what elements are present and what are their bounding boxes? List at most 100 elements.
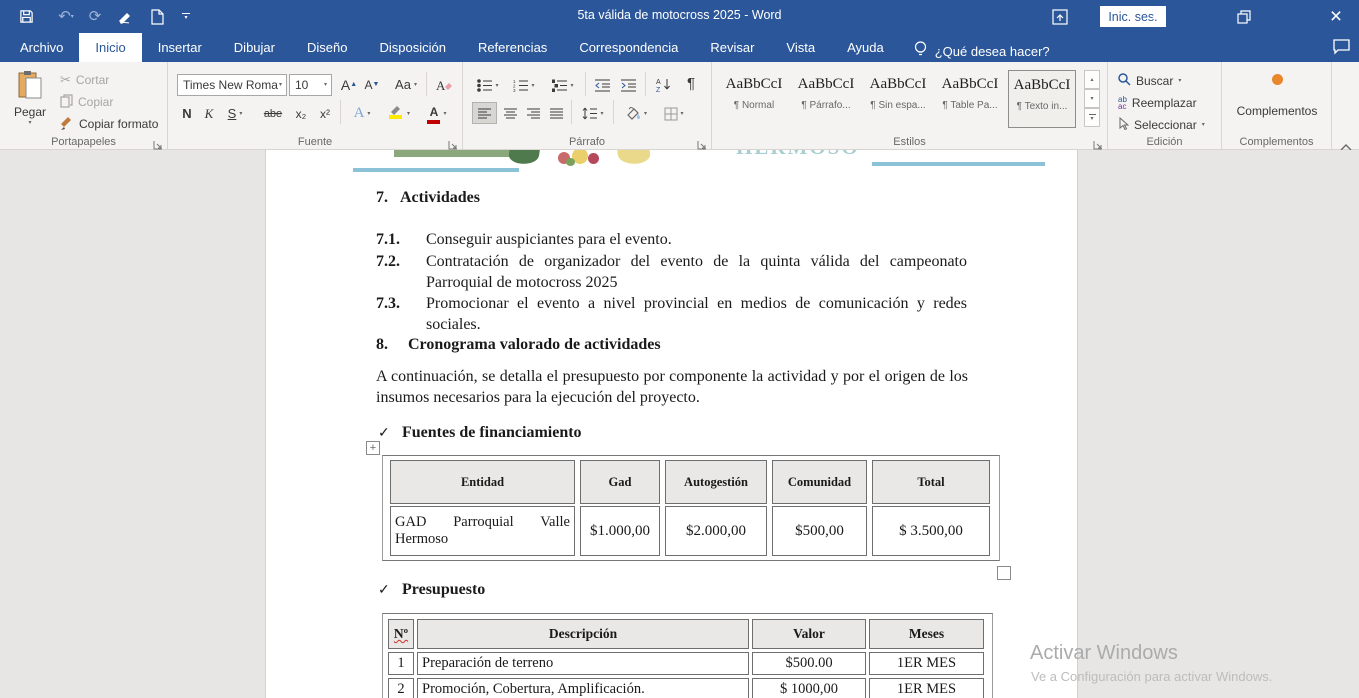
justify-button[interactable] <box>546 102 568 124</box>
budget-cell-r2-desc: Promoción, Cobertura, Amplificación. <box>417 678 749 698</box>
style-sin-espaciado[interactable]: AaBbCcI ¶ Sin espa... <box>864 70 932 128</box>
highlighter-icon <box>388 103 404 124</box>
funding-header-entidad: Entidad <box>390 460 575 504</box>
replace-button[interactable]: abac Reemplazar <box>1118 93 1197 113</box>
item-7-1-text: Conseguir auspiciantes para el evento. <box>426 229 967 250</box>
budget-table[interactable]: Nº Descripción Valor Meses 1 Preparación… <box>382 613 993 698</box>
tab-inicio[interactable]: Inicio <box>79 33 141 62</box>
underline-button[interactable]: S▾ <box>221 102 249 125</box>
group-fuente: Times New Roma ▾ 10 ▾ A▲ A▼ Aa▾ A N K S▾… <box>168 62 463 150</box>
style-texto-independiente[interactable]: AaBbCcI ¶ Texto in... <box>1008 70 1076 128</box>
minimize-button[interactable]: — <box>1129 0 1175 33</box>
lightbulb-icon <box>914 41 927 62</box>
select-label: Seleccionar <box>1134 118 1197 132</box>
close-button[interactable]: × <box>1313 0 1359 33</box>
item-7-2-text: Contratación de organizador del evento d… <box>426 251 967 293</box>
budget-cell-r1-valor: $500.00 <box>752 652 866 675</box>
addins-button[interactable]: Complementos <box>1222 72 1332 118</box>
paste-button[interactable]: Pegar ▾ <box>8 68 52 132</box>
decrease-indent-icon[interactable] <box>591 74 615 97</box>
tell-me-label: ¿Qué desea hacer? <box>935 44 1050 59</box>
budget-heading: Presupuesto <box>402 579 485 600</box>
tab-vista[interactable]: Vista <box>770 33 831 62</box>
clear-formatting-icon[interactable]: A <box>432 73 456 96</box>
find-button[interactable]: Buscar ▾ <box>1118 71 1181 91</box>
format-painter-button[interactable]: Copiar formato <box>60 114 158 134</box>
tab-referencias[interactable]: Referencias <box>462 33 563 62</box>
text-effects-button[interactable]: A ▾ <box>346 102 378 125</box>
estilos-dialog-launcher-icon[interactable] <box>1093 137 1103 147</box>
style-table-paragraph[interactable]: AaBbCcI ¶ Table Pa... <box>936 70 1004 128</box>
fuente-dialog-launcher-icon[interactable] <box>448 137 458 147</box>
heading-8-number: 8. <box>376 334 388 355</box>
bold-button[interactable]: N <box>177 102 197 125</box>
tab-disposicion[interactable]: Disposición <box>363 33 461 62</box>
tab-revisar[interactable]: Revisar <box>694 33 770 62</box>
style-parrafo[interactable]: AaBbCcI ¶ Párrafo... <box>792 70 860 128</box>
align-right-button[interactable] <box>523 102 545 124</box>
borders-button[interactable]: ▾ <box>657 102 691 125</box>
svg-text:A: A <box>436 78 446 93</box>
sort-icon[interactable]: AZ <box>651 73 675 96</box>
bullets-button[interactable]: ▾ <box>473 74 503 97</box>
table-row: Entidad Gad Autogestión Comunidad Total <box>390 460 990 504</box>
heading-7-number: 7. <box>376 187 388 208</box>
numbering-button[interactable]: 123 ▾ <box>507 74 541 97</box>
table-move-handle-icon[interactable]: + <box>366 441 380 455</box>
header-blue-line-right <box>872 162 1045 166</box>
line-spacing-button[interactable]: ▾ <box>577 102 609 125</box>
font-name-combobox[interactable]: Times New Roma ▾ <box>177 74 287 96</box>
ribbon-tab-row: Archivo Inicio Insertar Dibujar Diseño D… <box>0 33 1359 62</box>
document-area[interactable]: HERMOSO 7. Actividades 7.1. Conseguir au… <box>0 150 1359 698</box>
tab-insertar[interactable]: Insertar <box>142 33 218 62</box>
activate-windows-watermark: Activar Windows <box>1030 642 1178 665</box>
styles-scroll-up-icon[interactable]: ▴ <box>1084 70 1100 89</box>
item-7-3-text: Promocionar el evento a nivel provincial… <box>426 293 967 335</box>
font-color-button[interactable]: A ▾ <box>420 102 454 125</box>
cursor-icon <box>1118 117 1129 133</box>
tab-dibujar[interactable]: Dibujar <box>218 33 291 62</box>
align-left-button[interactable] <box>472 102 497 124</box>
restore-button[interactable] <box>1221 0 1267 33</box>
funding-table[interactable]: Entidad Gad Autogestión Comunidad Total … <box>382 455 1000 561</box>
funding-cell-autogestion: $2.000,00 <box>665 506 767 556</box>
italic-button[interactable]: K <box>199 102 219 125</box>
document-page[interactable]: HERMOSO 7. Actividades 7.1. Conseguir au… <box>265 150 1078 698</box>
multilevel-list-button[interactable]: ▾ <box>545 74 581 97</box>
grow-font-button[interactable]: A▲ <box>338 73 360 96</box>
align-center-button[interactable] <box>500 102 522 124</box>
tell-me-box[interactable]: ¿Qué desea hacer? <box>914 41 1050 62</box>
shrink-font-button[interactable]: A▼ <box>361 73 383 96</box>
change-case-button[interactable]: Aa▾ <box>390 73 422 96</box>
portapapeles-dialog-launcher-icon[interactable] <box>153 137 163 147</box>
table-resize-handle[interactable] <box>997 566 1011 580</box>
copy-button[interactable]: Copiar <box>60 92 113 112</box>
strikethrough-button[interactable]: abe <box>258 102 288 125</box>
tab-diseno[interactable]: Diseño <box>291 33 363 62</box>
style-normal[interactable]: AaBbCcI ¶ Normal <box>720 70 788 128</box>
font-name-value: Times New Roma <box>183 78 278 92</box>
tab-archivo[interactable]: Archivo <box>4 33 79 62</box>
font-size-combobox[interactable]: 10 ▾ <box>289 74 332 96</box>
feedback-icon[interactable] <box>1332 38 1351 60</box>
header-crest-leaf-left <box>508 150 540 166</box>
show-marks-button[interactable]: ¶ <box>681 72 701 95</box>
parrafo-dialog-launcher-icon[interactable] <box>697 137 707 147</box>
funding-header-gad: Gad <box>580 460 660 504</box>
superscript-button[interactable]: x² <box>314 102 336 125</box>
item-7-3-number: 7.3. <box>376 293 400 314</box>
increase-indent-icon[interactable] <box>617 74 641 97</box>
cut-button[interactable]: ✂ Cortar <box>60 70 109 90</box>
svg-text:A: A <box>656 79 661 86</box>
subscript-button[interactable]: x₂ <box>290 102 312 125</box>
styles-scroll-down-icon[interactable]: ▾ <box>1084 89 1100 108</box>
shading-button[interactable]: ▾ <box>619 102 653 125</box>
ribbon-display-options-icon[interactable] <box>1037 0 1083 33</box>
tab-correspondencia[interactable]: Correspondencia <box>563 33 694 62</box>
highlight-color-button[interactable]: ▾ <box>382 102 416 125</box>
tab-ayuda[interactable]: Ayuda <box>831 33 900 62</box>
group-label-fuente: Fuente <box>168 136 462 148</box>
budget-cell-r2-valor: $ 1000,00 <box>752 678 866 698</box>
styles-gallery-more-icon[interactable]: ▾ <box>1084 108 1100 127</box>
select-button[interactable]: Seleccionar ▾ <box>1118 115 1205 135</box>
